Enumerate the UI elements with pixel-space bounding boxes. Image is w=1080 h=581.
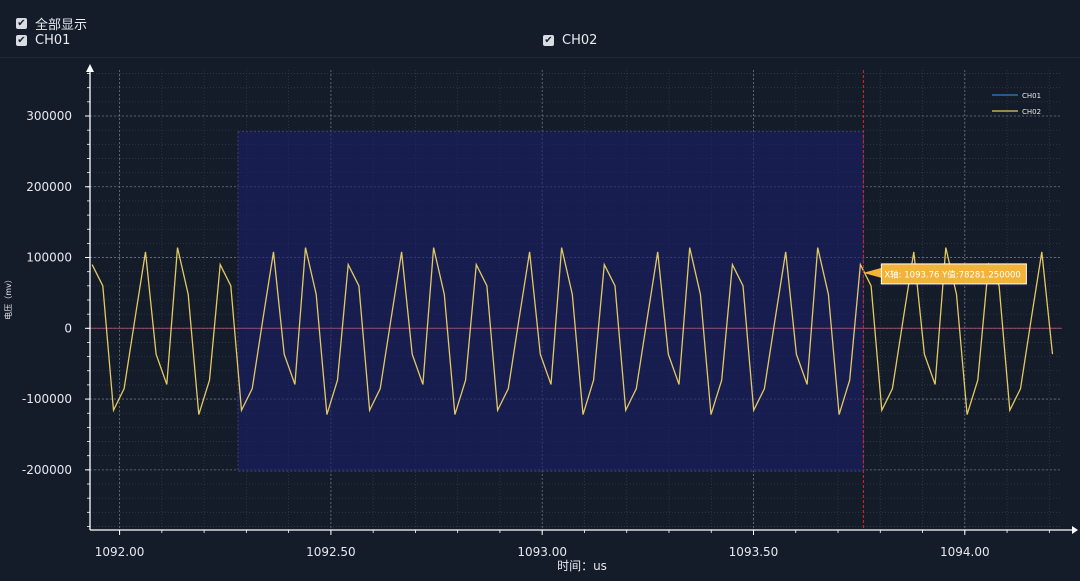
x-tick-label: 1092.00 — [95, 545, 145, 559]
y-axis-arrow-icon — [86, 64, 94, 72]
legend-label-ch02: CH02 — [1022, 108, 1041, 116]
y-tick-label: 300000 — [26, 109, 72, 123]
y-tick-label: 100000 — [26, 251, 72, 265]
x-axis-arrow-icon — [1072, 526, 1078, 534]
y-tick-label: -200000 — [22, 463, 72, 477]
x-tick-label: 1094.00 — [940, 545, 990, 559]
legend-label-ch01: CH01 — [1022, 92, 1041, 100]
y-tick-label: 0 — [64, 321, 72, 335]
x-tick-label: 1093.50 — [729, 545, 779, 559]
x-tick-label: 1092.50 — [306, 545, 356, 559]
y-tick-label: 200000 — [26, 180, 72, 194]
y-axis-label: 电压（mv） — [3, 275, 13, 320]
tooltip-text: X轴: 1093.76 Y值:78281.250000 — [884, 269, 1021, 280]
selection-region[interactable] — [237, 131, 864, 472]
line-chart[interactable]: 1092.00 1092.50 1093.00 1093.50 1094.00 30000… — [0, 0, 1080, 581]
y-tick-label: -100000 — [22, 392, 72, 406]
x-tick-label: 1093.00 — [517, 545, 567, 559]
x-axis-label: 时间：us — [557, 559, 607, 573]
